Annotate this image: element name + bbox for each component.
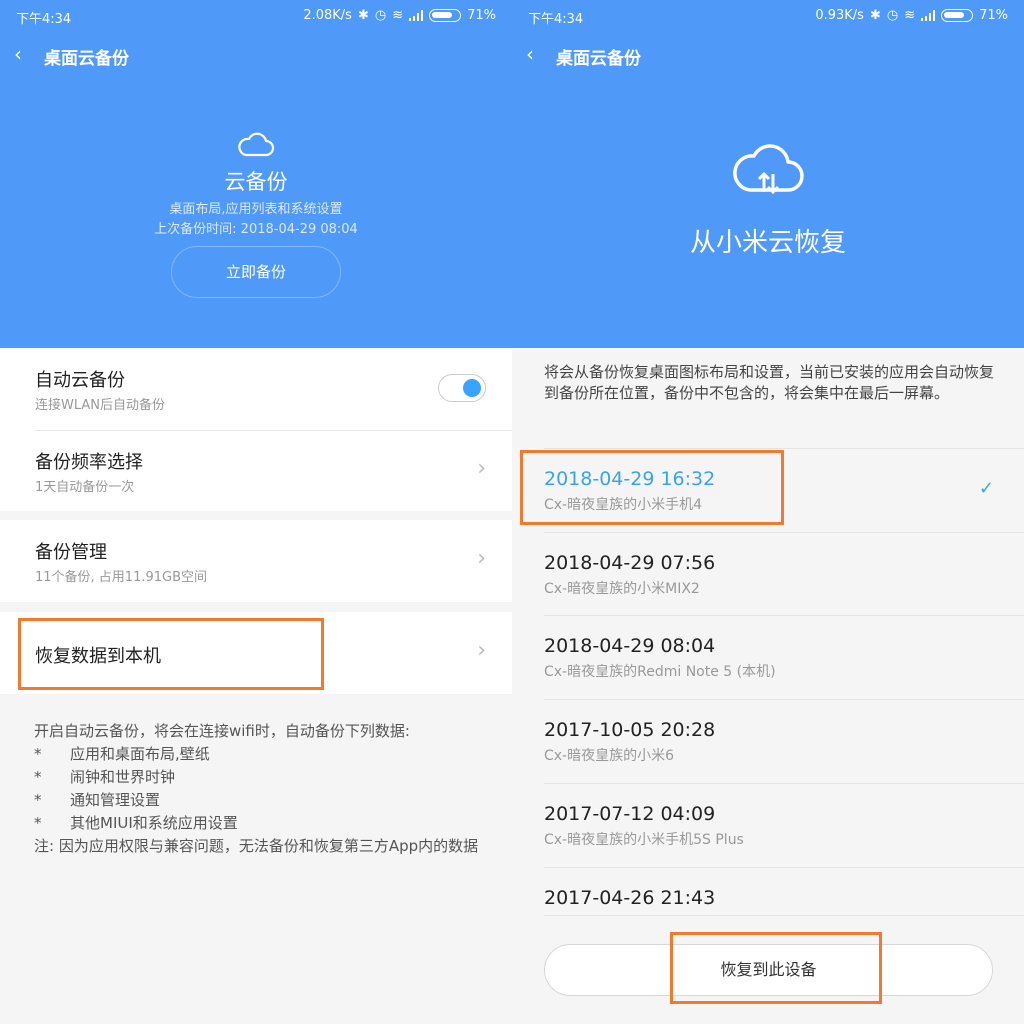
network-speed: 0.93K/s [815, 8, 864, 23]
backup-notes: 开启自动云备份，将会在连接wifi时，自动备份下列数据: * 应用和桌面布局,壁纸… [34, 720, 484, 858]
chevron-right-icon: › [477, 638, 486, 663]
backup-frequency-item[interactable]: 备份频率选择 1天自动备份一次 › [0, 430, 512, 512]
backup-device: Cx-暗夜皇族的小米手机5S Plus [544, 832, 744, 848]
cloud-sync-icon [733, 144, 804, 195]
signal-icon [921, 10, 936, 21]
auto-backup-toggle[interactable] [438, 374, 486, 402]
wifi-icon: ≋ [392, 8, 404, 23]
restore-hero: 下午4:34 0.93K/s ✱ ◷ ≋ 71% ‹ 桌面云备份 从小米云恢复 [512, 0, 1024, 348]
notes-bullet: * 应用和桌面布局,壁纸 [34, 745, 210, 763]
backup-entry[interactable]: 2018-04-29 07:56 Cx-暗夜皇族的小米MIX2 [512, 532, 1024, 615]
back-chevron-icon[interactable]: ‹ [526, 42, 534, 66]
left-screen: 下午4:34 2.08K/s ✱ ◷ ≋ 71% ‹ 桌面云备份 云备份 桌面布… [0, 0, 512, 1024]
restore-description: 将会从备份恢复桌面图标布局和设置，当前已安装的应用会自动恢复到备份所在位置，备份… [544, 363, 995, 402]
hero-title: 云备份 [224, 170, 288, 194]
bluetooth-icon: ✱ [869, 8, 881, 23]
last-backup-time: 上次备份时间: 2018-04-29 08:04 [154, 222, 358, 237]
highlight-box [670, 932, 882, 1004]
highlight-box [18, 618, 324, 690]
backup-device: Cx-暗夜皇族的小米MIX2 [544, 581, 700, 597]
hero-title: 从小米云恢复 [689, 228, 846, 258]
notes-intro: 开启自动云备份，将会在连接wifi时，自动备份下列数据: [34, 722, 410, 740]
highlight-box [520, 450, 784, 525]
backup-entry[interactable]: 2018-04-29 08:04 Cx-暗夜皇族的Redmi Note 5 (本… [512, 615, 1024, 698]
backup-date: 2017-07-12 04:09 [544, 803, 716, 825]
notes-bullet: * 通知管理设置 [34, 791, 161, 809]
item-subtitle: 11个备份, 占用11.91GB空间 [35, 570, 208, 585]
title-bar: ‹ 桌面云备份 [512, 40, 1024, 72]
notes-bullet: * 闹钟和世界时钟 [34, 768, 176, 786]
chevron-right-icon: › [477, 546, 486, 571]
auto-backup-item[interactable]: 自动云备份 连接WLAN后自动备份 [0, 348, 512, 430]
item-subtitle: 连接WLAN后自动备份 [35, 398, 166, 413]
backup-hero: 下午4:34 2.08K/s ✱ ◷ ≋ 71% ‹ 桌面云备份 云备份 桌面布… [0, 0, 512, 348]
chevron-right-icon: › [477, 456, 486, 481]
backup-device: Cx-暗夜皇族的小米6 [544, 748, 675, 764]
settings-group-2: 备份管理 11个备份, 占用11.91GB空间 › [0, 520, 512, 602]
battery-percent: 71% [467, 8, 496, 23]
item-title: 备份频率选择 [35, 452, 143, 473]
status-bar: 下午4:34 0.93K/s ✱ ◷ ≋ 71% [512, 0, 1024, 34]
backup-date: 2018-04-29 08:04 [544, 635, 716, 657]
backup-management-item[interactable]: 备份管理 11个备份, 占用11.91GB空间 › [0, 520, 512, 602]
alarm-icon: ◷ [374, 8, 387, 23]
bluetooth-icon: ✱ [357, 8, 369, 23]
backup-date: 2017-10-05 20:28 [544, 719, 716, 741]
wifi-icon: ≋ [904, 8, 916, 23]
status-time: 下午4:34 [528, 12, 584, 27]
backup-date: 2017-04-26 21:43 [544, 887, 716, 909]
item-title: 自动云备份 [35, 370, 125, 391]
backup-device: Cx-暗夜皇族的Redmi Note 5 (本机) [544, 664, 776, 680]
back-chevron-icon[interactable]: ‹ [14, 42, 22, 66]
title-bar: ‹ 桌面云备份 [0, 40, 512, 72]
backup-entry[interactable]: 2017-10-05 20:28 Cx-暗夜皇族的小米6 [512, 699, 1024, 782]
signal-icon [409, 10, 424, 21]
item-title: 备份管理 [35, 542, 107, 563]
checkmark-icon: ✓ [978, 478, 994, 499]
battery-icon [429, 9, 462, 22]
backup-entry[interactable]: 2017-07-12 04:09 Cx-暗夜皇族的小米手机5S Plus [512, 783, 1024, 866]
cloud-icon [238, 132, 275, 157]
status-bar: 下午4:34 2.08K/s ✱ ◷ ≋ 71% [0, 0, 512, 34]
status-time: 下午4:34 [16, 12, 72, 27]
page-title: 桌面云备份 [556, 49, 641, 69]
item-subtitle: 1天自动备份一次 [35, 480, 135, 495]
backup-now-button[interactable]: 立即备份 [171, 246, 341, 298]
battery-percent: 71% [979, 8, 1008, 23]
hero-subtitle: 桌面布局,应用列表和系统设置 [169, 202, 343, 217]
alarm-icon: ◷ [886, 8, 899, 23]
divider [544, 915, 1024, 916]
notes-bullet: * 其他MIUI和系统应用设置 [34, 814, 238, 832]
page-title: 桌面云备份 [44, 49, 129, 69]
right-screen: 下午4:34 0.93K/s ✱ ◷ ≋ 71% ‹ 桌面云备份 从小米云恢复 … [512, 0, 1024, 1024]
settings-group-1: 自动云备份 连接WLAN后自动备份 备份频率选择 1天自动备份一次 › [0, 348, 512, 511]
network-speed: 2.08K/s [303, 8, 352, 23]
notes-footer: 注: 因为应用权限与兼容问题，无法备份和恢复第三方App内的数据 [34, 837, 479, 855]
battery-icon [941, 9, 974, 22]
backup-date: 2018-04-29 07:56 [544, 552, 716, 574]
